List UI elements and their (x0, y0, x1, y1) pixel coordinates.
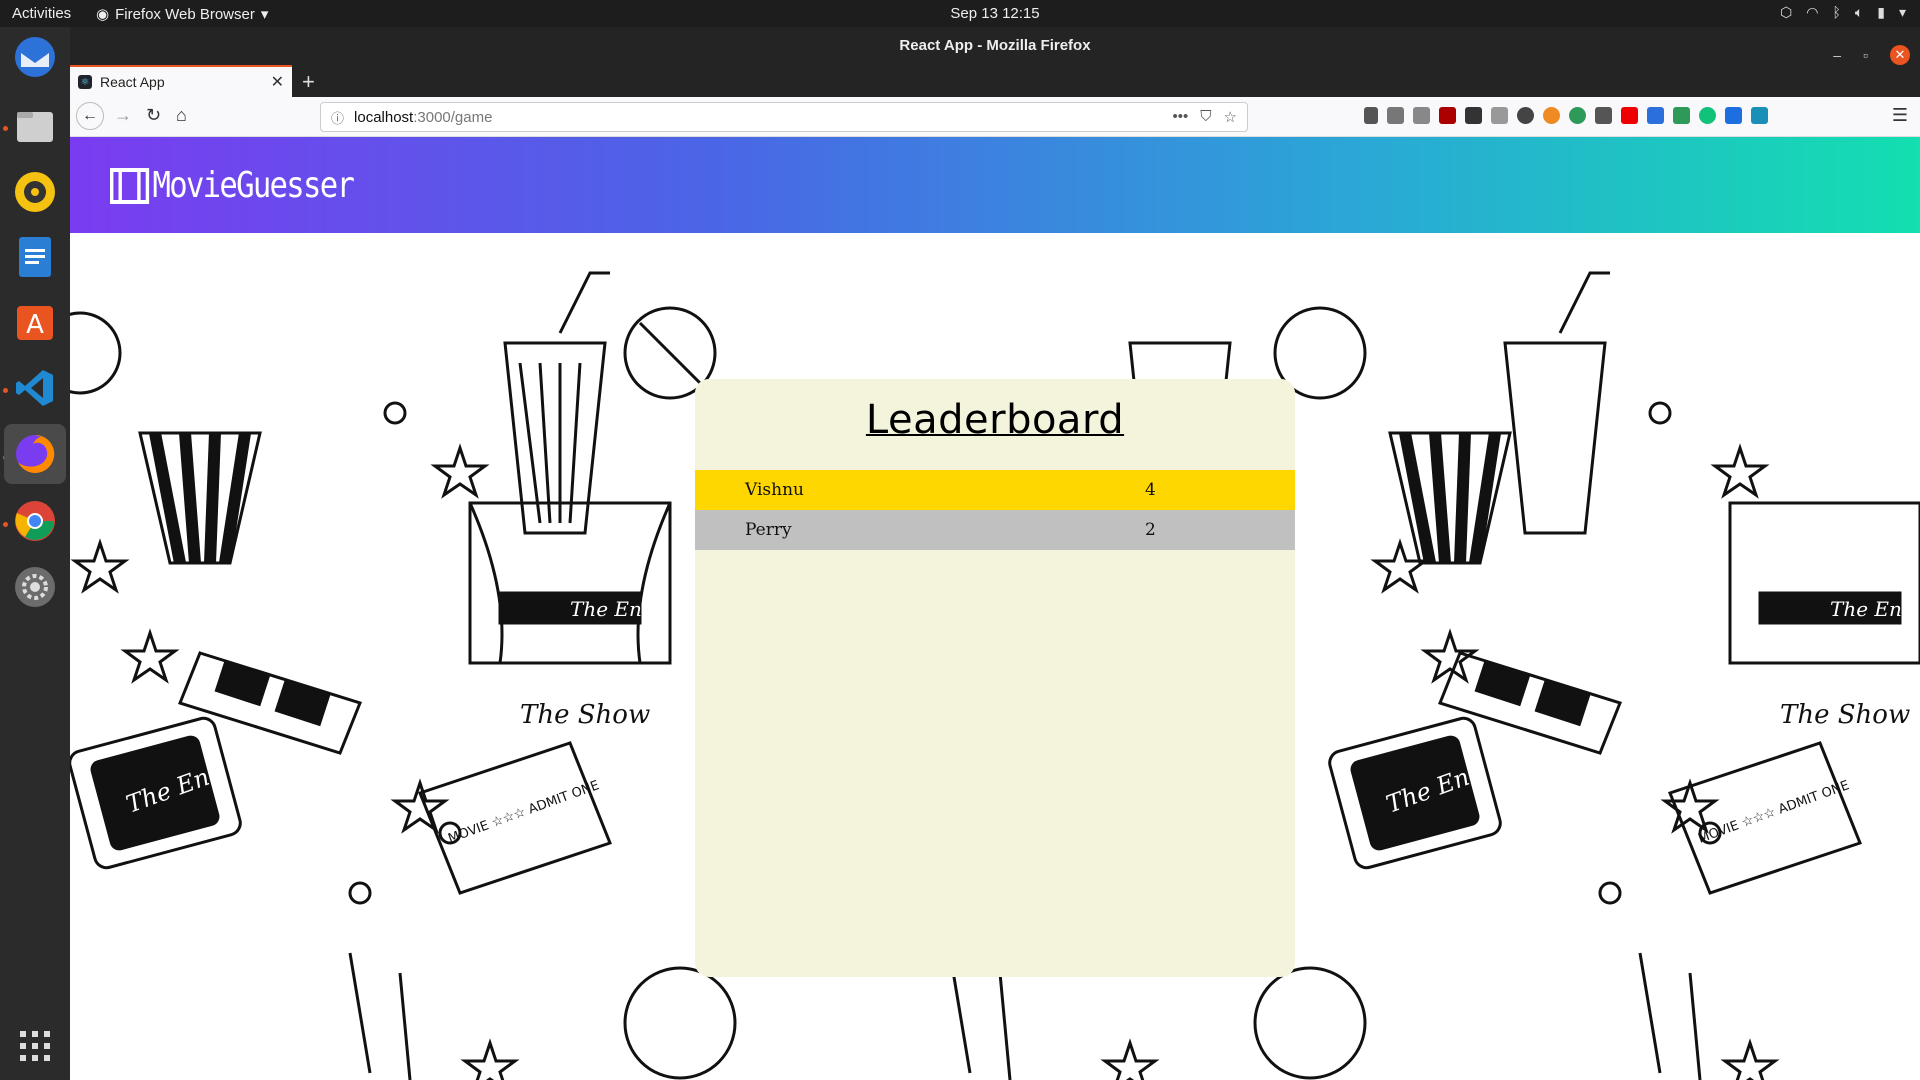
close-window-icon[interactable]: ✕ (1890, 45, 1910, 65)
tab-title: React App (100, 74, 165, 90)
url-path: :3000/game (413, 108, 493, 126)
new-tab-icon[interactable]: + (302, 69, 315, 95)
player-name: Vishnu (745, 480, 804, 500)
bookmark-star-icon[interactable]: ☆ (1224, 108, 1237, 126)
home-button[interactable]: ⌂ (176, 105, 187, 126)
rhythmbox-icon[interactable] (11, 168, 59, 216)
software-icon[interactable]: A (11, 298, 59, 346)
tab-react-app[interactable]: ⚛ React App ✕ (70, 65, 292, 97)
logo[interactable]: MovieGuesser (110, 165, 355, 206)
window-title: React App - Mozilla Firefox (899, 37, 1091, 54)
extension-icon[interactable] (1751, 107, 1768, 124)
running-indicator (3, 126, 8, 131)
doodle-background: The Show The Show The End The End The En… (70, 233, 1920, 1080)
extension-icon[interactable] (1491, 107, 1508, 124)
url-bar[interactable]: ⓘ localhost :3000/game ••• ⛉ ☆ (320, 102, 1248, 132)
menu-icon[interactable]: ☰ (1892, 105, 1908, 126)
thunderbird-icon[interactable] (11, 33, 59, 81)
leaderboard-row: Vishnu 4 (695, 470, 1295, 510)
film-icon (110, 167, 150, 204)
ticket-doodle-text: MOVIE ☆☆☆ ADMIT ONE (446, 778, 601, 847)
wifi-icon[interactable]: ◠ (1806, 4, 1818, 21)
navigation-toolbar: ← → ↻ ⌂ ⓘ localhost :3000/game ••• ⛉ ☆ ☰ (70, 97, 1920, 137)
reload-button[interactable]: ↻ (146, 105, 161, 126)
svg-text:A: A (26, 310, 44, 340)
player-score: 2 (1145, 520, 1156, 540)
bluetooth-icon[interactable]: ᛒ (1832, 4, 1840, 21)
web-page: MovieGuesser The Show The Show The End T… (70, 137, 1920, 1080)
player-score: 4 (1145, 480, 1156, 500)
back-button[interactable]: ← (76, 102, 104, 130)
the-show-doodle-text: The Show (520, 700, 650, 730)
extension-icon[interactable] (1595, 107, 1612, 124)
url-host: localhost (354, 108, 414, 126)
firefox-icon[interactable] (4, 424, 66, 484)
the-show-doodle-text: The Show (1780, 700, 1910, 730)
extension-icon[interactable] (1647, 107, 1664, 124)
leaderboard-row: Perry 2 (695, 510, 1295, 550)
leaderboard-panel: Leaderboard Vishnu 4 Perry 2 (695, 379, 1295, 977)
forward-button[interactable]: → (114, 105, 132, 126)
extension-icon[interactable] (1465, 107, 1482, 124)
sidebar-icon[interactable] (1387, 107, 1404, 124)
account-icon[interactable] (1517, 107, 1534, 124)
close-tab-icon[interactable]: ✕ (271, 72, 284, 92)
extension-icon[interactable] (1569, 107, 1586, 124)
library-icon[interactable] (1364, 107, 1378, 124)
system-tray[interactable]: ⬡ ◠ ᛒ 🔈︎ ▮ ▾ (1780, 4, 1906, 21)
extension-toolbar (1364, 107, 1768, 124)
window-titlebar: React App - Mozilla Firefox – ▫ ✕ (70, 27, 1920, 65)
grammarly-icon[interactable] (1699, 107, 1716, 124)
ublock-icon[interactable] (1439, 107, 1456, 124)
firefox-window: React App - Mozilla Firefox – ▫ ✕ ⚛ Reac… (70, 27, 1920, 1080)
pocket-icon[interactable]: ⛉ (1200, 108, 1211, 126)
vscode-icon[interactable] (11, 364, 59, 412)
dropbox-icon[interactable]: ⬡ (1780, 4, 1792, 21)
clock[interactable]: Sep 13 12:15 (0, 5, 1920, 22)
dock: A (0, 27, 70, 1080)
leaderboard-title: Leaderboard (865, 397, 1125, 443)
player-name: Perry (745, 520, 792, 540)
files-icon[interactable] (11, 102, 59, 150)
system-top-bar: Activities ◉ Firefox Web Browser ▾ Sep 1… (0, 0, 1920, 27)
volume-icon[interactable]: 🔈︎ (1855, 4, 1863, 21)
chrome-icon[interactable] (11, 497, 59, 545)
tab-bar: ⚛ React App ✕ + (70, 65, 1920, 97)
running-indicator (3, 522, 8, 527)
youtube-icon[interactable] (1621, 107, 1638, 124)
site-info-icon[interactable]: ⓘ (331, 108, 344, 127)
extension-icon[interactable] (1725, 107, 1742, 124)
the-end-doodle-text: The End (1830, 597, 1915, 621)
extension-icon[interactable] (1543, 107, 1560, 124)
logo-text: MovieGuesser (152, 165, 355, 206)
battery-icon[interactable]: ▮ (1877, 4, 1885, 21)
running-indicator (3, 388, 8, 393)
system-menu-icon[interactable]: ▾ (1899, 4, 1906, 21)
the-end-doodle-text: The End (570, 597, 655, 621)
page-actions-icon[interactable]: ••• (1173, 108, 1189, 126)
screenshot-icon[interactable] (1413, 107, 1430, 124)
show-applications-icon[interactable] (11, 1022, 59, 1070)
ticket-doodle-text: MOVIE ☆☆☆ ADMIT ONE (1696, 778, 1851, 847)
writer-icon[interactable] (11, 233, 59, 281)
settings-icon[interactable] (11, 563, 59, 611)
extension-icon[interactable] (1673, 107, 1690, 124)
app-header: MovieGuesser (70, 137, 1920, 233)
react-favicon-icon: ⚛ (78, 75, 92, 89)
